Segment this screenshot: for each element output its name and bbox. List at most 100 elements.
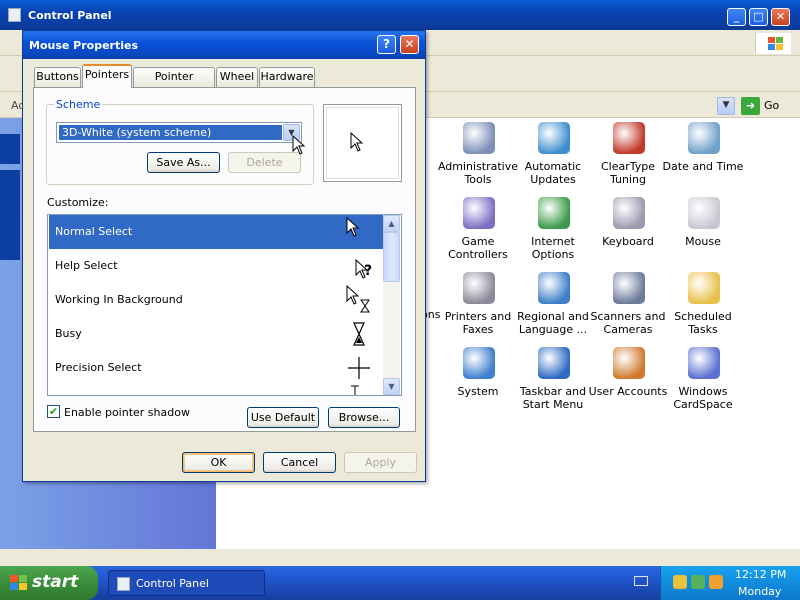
cp-item-label: System <box>457 385 499 398</box>
scroll-down-button[interactable]: ▼ <box>383 378 400 395</box>
save-as-button[interactable]: Save As... <box>147 152 220 173</box>
cursor-list[interactable]: Normal Select Help Select ? Working In B… <box>47 214 402 396</box>
enable-pointer-shadow-checkbox[interactable]: ✔ <box>47 405 60 418</box>
cp-item-automatic-updates[interactable]: Automatic Updates <box>510 122 596 194</box>
user-accounts-icon <box>613 347 645 379</box>
cursor-row-precision-select[interactable]: Precision Select <box>49 351 383 385</box>
cleartype-tuning-icon <box>613 122 645 154</box>
scheme-dropdown-value: 3D-White (system scheme) <box>59 125 282 140</box>
regional-and-language-icon <box>538 272 570 304</box>
date-and-time-icon <box>688 122 720 154</box>
cp-item-label: Windows CardSpace <box>673 385 733 411</box>
task-pane-header <box>0 134 20 164</box>
cp-item-keyboard[interactable]: Keyboard <box>585 197 671 269</box>
administrative-tools-icon <box>463 122 495 154</box>
mouse-pointer-icon <box>292 135 306 155</box>
windows-flag-icon <box>10 575 28 591</box>
cp-item-label: Game Controllers <box>448 235 508 261</box>
use-default-button[interactable]: Use Default <box>247 407 319 428</box>
security-shield-icon[interactable] <box>673 575 687 589</box>
system-icon <box>463 347 495 379</box>
scanners-and-cameras-icon <box>613 272 645 304</box>
game-controllers-icon <box>463 197 495 229</box>
cp-item-printers-and-faxes[interactable]: Printers and Faxes <box>435 272 521 344</box>
go-button[interactable]: Go <box>764 99 779 112</box>
tab-pointers[interactable]: Pointers <box>82 64 132 88</box>
printers-and-faxes-icon <box>463 272 495 304</box>
clock-time[interactable]: 12:12 PM <box>735 568 786 581</box>
cp-item-label: Automatic Updates <box>524 160 582 186</box>
address-dropdown-button[interactable]: ▼ <box>717 97 735 115</box>
dialog-titlebar[interactable]: Mouse Properties <box>23 31 425 59</box>
windows-cardspace-icon <box>688 347 720 379</box>
tab-pointer-options[interactable]: Pointer Options <box>133 67 215 101</box>
taskbar-button-control-panel[interactable]: Control Panel <box>108 570 265 596</box>
cursor-row-label: Help Select <box>55 259 118 272</box>
scheme-legend: Scheme <box>54 98 103 111</box>
go-arrow-icon[interactable]: ➜ <box>741 97 760 115</box>
cursor-row-normal-select[interactable]: Normal Select <box>49 215 383 249</box>
cp-item-label: ClearType Tuning <box>600 160 656 186</box>
cursor-row-label: Working In Background <box>55 293 183 306</box>
cp-item-game-controllers[interactable]: Game Controllers <box>435 197 521 269</box>
tab-hardware[interactable]: Hardware <box>259 67 315 87</box>
cp-item-windows-cardspace[interactable]: Windows CardSpace <box>660 347 746 419</box>
cp-item-system[interactable]: System <box>435 347 521 419</box>
keyboard-icon <box>613 197 645 229</box>
cursor-row-label: Precision Select <box>55 361 142 374</box>
working-cursor-icon <box>346 284 370 313</box>
cp-item-administrative-tools[interactable]: Administrative Tools <box>435 122 521 194</box>
cp-item-scheduled-tasks[interactable]: Scheduled Tasks <box>660 272 746 344</box>
cursor-row-working-in-background[interactable]: Working In Background <box>49 283 383 317</box>
cp-item-scanners-and-cameras[interactable]: Scanners and Cameras <box>585 272 671 344</box>
scroll-up-button[interactable]: ▲ <box>383 215 400 232</box>
cp-item-label: Mouse <box>685 235 721 248</box>
search-icon[interactable] <box>709 575 723 589</box>
arrow-cursor-icon <box>346 216 360 237</box>
hourglass-cursor-icon <box>353 322 365 346</box>
cursor-row-help-select[interactable]: Help Select ? <box>49 249 383 283</box>
taskbar-and-start-menu-icon <box>538 347 570 379</box>
cursor-list-scrollbar[interactable]: ▲ ▼ <box>383 215 400 395</box>
cp-item-mouse[interactable]: Mouse <box>660 197 746 269</box>
browse-button[interactable]: Browse... <box>328 407 400 428</box>
cp-item-label: Printers and Faxes <box>444 310 512 336</box>
cp-item-cleartype-tuning[interactable]: ClearType Tuning <box>585 122 671 194</box>
tab-buttons[interactable]: Buttons <box>34 67 81 87</box>
cp-item-taskbar-and-start-menu[interactable]: Taskbar and Start Menu <box>510 347 596 419</box>
customize-label: Customize: <box>47 196 109 209</box>
cursor-row-busy[interactable]: Busy <box>49 317 383 351</box>
cp-item-label: Date and Time <box>662 160 744 173</box>
cp-item-internet-options[interactable]: Internet Options <box>510 197 596 269</box>
cp-item-date-and-time[interactable]: Date and Time <box>660 122 746 194</box>
svg-text:?: ? <box>364 263 372 279</box>
cancel-button[interactable]: Cancel <box>263 452 336 473</box>
task-pane-section <box>0 170 20 260</box>
arrow-cursor-icon <box>350 132 364 152</box>
maximize-button[interactable]: □ <box>749 8 768 26</box>
network-icon[interactable] <box>691 575 705 589</box>
scheduled-tasks-icon <box>688 272 720 304</box>
start-button[interactable]: start <box>0 566 98 600</box>
cp-item-regional-and-language[interactable]: Regional and Language ... <box>510 272 596 344</box>
cp-item-label: User Accounts <box>588 385 668 398</box>
ok-button[interactable]: OK <box>182 452 255 473</box>
control-panel-titlebar[interactable]: Control Panel _ □ ✕ <box>0 0 800 30</box>
enable-pointer-shadow-label[interactable]: Enable pointer shadow <box>64 406 190 419</box>
dialog-close-button[interactable]: ✕ <box>400 35 419 54</box>
help-cursor-icon: ? <box>355 258 372 279</box>
apply-button[interactable]: Apply <box>344 452 417 473</box>
scheme-dropdown[interactable]: 3D-White (system scheme) ▼ <box>56 122 302 143</box>
automatic-updates-icon <box>538 122 570 154</box>
minimize-button[interactable]: _ <box>727 8 746 26</box>
tab-wheel[interactable]: Wheel <box>216 67 258 87</box>
mouse-properties-dialog: Mouse Properties ? ✕ Buttons Pointers Po… <box>22 30 426 482</box>
control-panel-icon <box>8 8 21 22</box>
help-button[interactable]: ? <box>377 35 396 54</box>
close-button[interactable]: ✕ <box>771 8 790 26</box>
crosshair-cursor-icon <box>348 357 370 379</box>
scrollbar-thumb[interactable] <box>383 232 400 282</box>
cursor-row-label: Busy <box>55 327 82 340</box>
cp-item-user-accounts[interactable]: User Accounts <box>585 347 671 419</box>
keyboard-layout-icon[interactable] <box>634 576 648 586</box>
